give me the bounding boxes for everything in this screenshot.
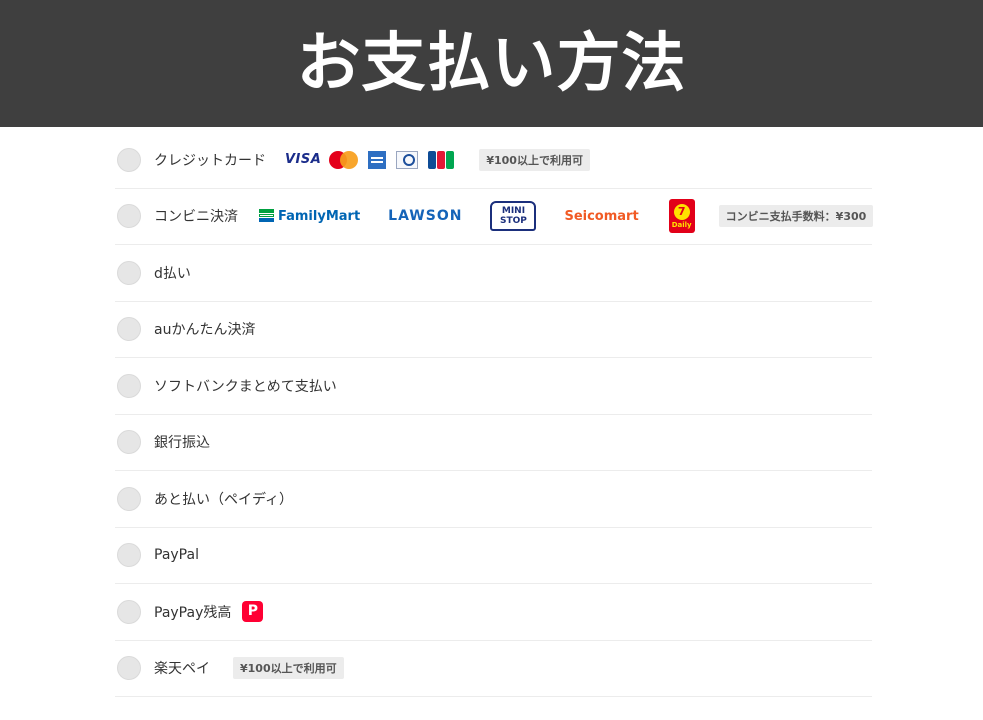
payment-option-label: auかんたん決済 [154,322,256,339]
payment-option-bank-transfer[interactable]: 銀行振込 [115,415,872,471]
paypay-logo: P [242,601,264,623]
payment-option-paypay[interactable]: PayPay残高 P [115,584,872,641]
radio-paypay[interactable] [117,599,141,624]
payment-option-label: 楽天ペイ [154,661,210,678]
payment-option-credit-card[interactable]: クレジットカード VISA ¥100以上で利用可 [115,132,872,189]
daily-yamazaki-logo: 7 Daily [668,199,695,234]
seicomart-logo: Seicomart [564,208,639,224]
convenience-store-logos: FamilyMart LAWSON MINI STOP Seicomart 7 … [259,199,695,234]
payment-option-label: ソフトバンクまとめて支払い [154,378,337,395]
payment-option-au-easy-payment[interactable]: auかんたん決済 [115,302,872,358]
payment-option-label: d払い [154,265,191,282]
payment-option-d-barai[interactable]: d払い [115,245,872,302]
radio-credit-card[interactable] [117,147,141,172]
payment-option-label: PayPal [154,547,199,564]
minimum-amount-note: ¥100以上で利用可 [233,657,344,680]
page-header: お支払い方法 [0,0,983,127]
familymart-logo: FamilyMart [259,209,360,224]
payment-option-softbank[interactable]: ソフトバンクまとめて支払い [115,358,872,415]
jcb-logo [428,150,455,169]
radio-au-easy-payment[interactable] [117,317,141,342]
payment-option-label: あと払い（ペイディ） [154,491,294,508]
diners-club-logo [396,150,419,169]
payment-option-paypal[interactable]: PayPal [115,528,872,584]
ministop-logo: MINI STOP [490,201,537,232]
payment-option-label: コンビニ決済 [154,209,238,226]
payment-option-rakuten-pay[interactable]: 楽天ペイ ¥100以上で利用可 [115,641,872,697]
payment-option-label: クレジットカード [154,152,266,169]
payment-option-convenience-store[interactable]: コンビニ決済 FamilyMart LAWSON MINI STOP Seico… [115,189,874,245]
mastercard-logo [329,150,359,170]
payment-option-label: PayPay残高 [154,604,232,621]
fee-note: コンビニ支払手数料：¥300 [718,205,874,228]
amex-logo [368,150,387,169]
card-brand-logos: VISA [285,150,455,170]
visa-logo: VISA [285,152,322,168]
minimum-amount-note: ¥100以上で利用可 [479,148,590,171]
page-title: お支払い方法 [296,26,687,101]
radio-convenience-store[interactable] [117,204,141,229]
radio-rakuten-pay[interactable] [117,656,141,681]
radio-paidy[interactable] [117,486,141,511]
payment-option-label: 銀行振込 [154,435,210,452]
radio-d-barai[interactable] [117,260,141,285]
payment-method-list: クレジットカード VISA ¥100以上で利用可 コンビニ決済 FamilyMa… [115,132,874,697]
radio-softbank[interactable] [117,373,141,398]
payment-option-paidy[interactable]: あと払い（ペイディ） [115,471,872,528]
radio-paypal[interactable] [117,543,141,568]
radio-bank-transfer[interactable] [117,430,141,455]
lawson-logo: LAWSON [388,208,463,225]
